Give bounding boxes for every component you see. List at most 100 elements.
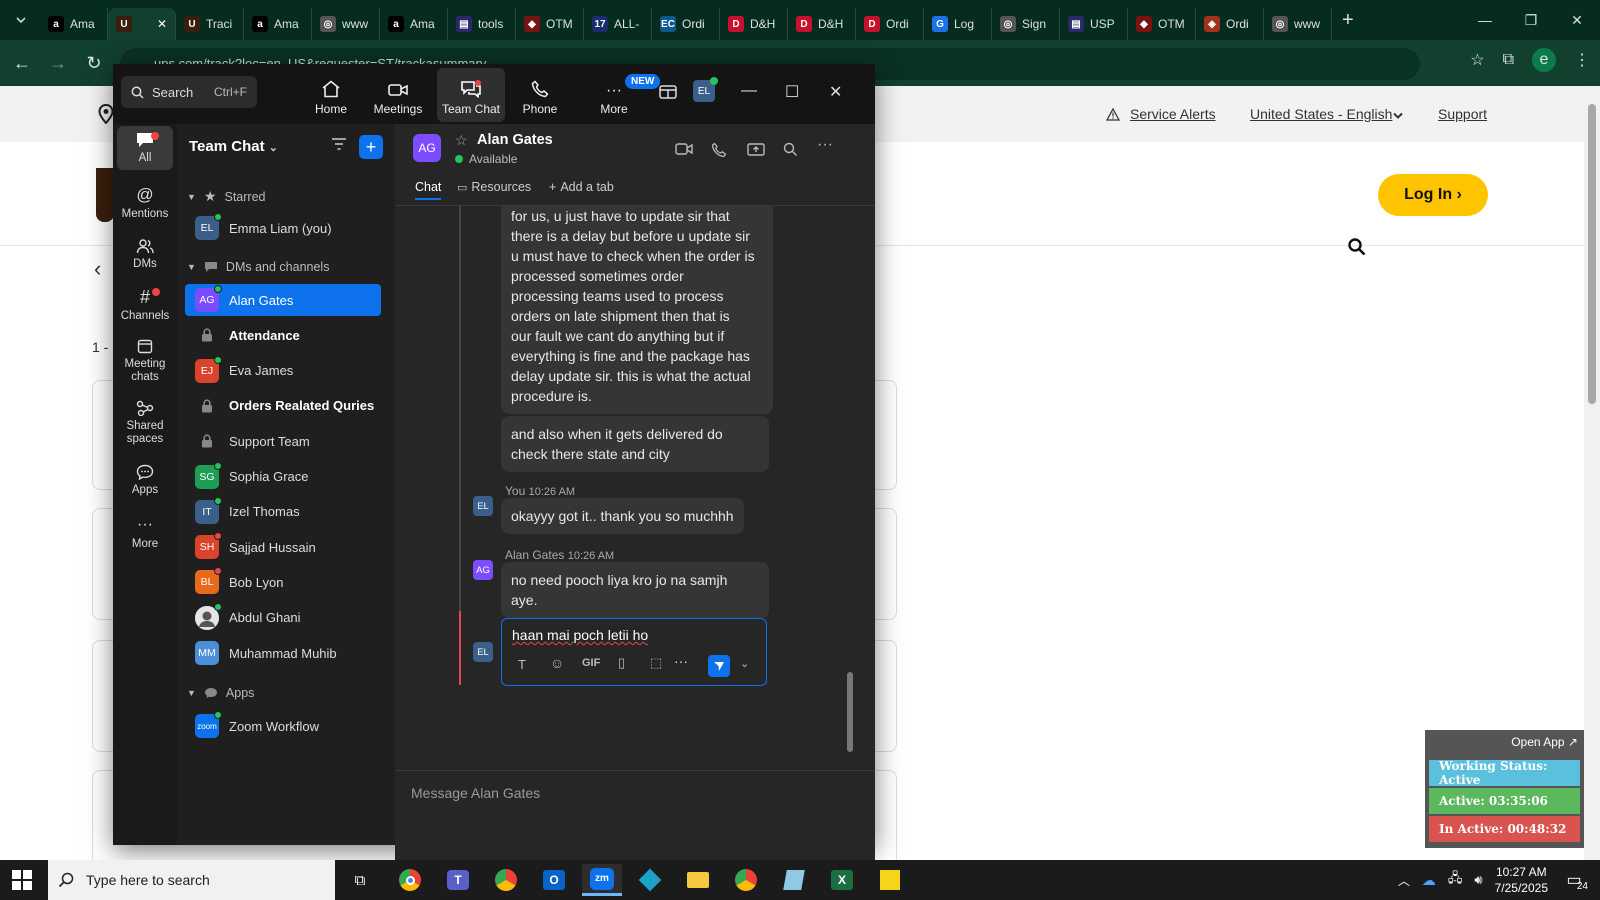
apps-section-header[interactable]: ▼ Apps <box>187 686 254 700</box>
sidebar-item[interactable]: Orders Realated Quries <box>185 390 381 422</box>
new-chat-button[interactable]: + <box>359 135 383 159</box>
browser-tab[interactable]: D D&H <box>720 8 788 40</box>
sidebar-item[interactable]: Support Team <box>185 425 381 457</box>
gif-icon[interactable]: GIF <box>582 657 600 669</box>
message-sender[interactable]: Alan Gates <box>505 548 564 562</box>
excel-icon[interactable]: X <box>822 864 862 896</box>
sidebar-item[interactable]: IT Izel Thomas <box>185 496 381 528</box>
task-view-icon[interactable]: ⧉ <box>340 864 380 896</box>
network-icon[interactable]: 🖧︎ <box>1448 869 1463 891</box>
language-selector[interactable]: United States - English <box>1250 106 1392 122</box>
message-bubble[interactable]: okayyy got it.. thank you so muchhh <box>501 498 744 534</box>
browser-tab[interactable]: EC Ordi <box>652 8 720 40</box>
rail-meeting-chats[interactable]: Meeting chats <box>117 338 173 384</box>
browser-tab[interactable]: ◈ Ordi <box>1196 8 1264 40</box>
thread-reply-box[interactable]: haan mai poch letii ho T ☺ GIF ▯ ⬚ ··· ⌄ <box>501 618 767 686</box>
zoom-search-box[interactable]: Search Ctrl+F <box>121 76 257 108</box>
windows-start-icon[interactable] <box>12 870 32 890</box>
sidebar-item[interactable]: EJ Eva James <box>185 355 381 387</box>
message-sender[interactable]: You <box>505 484 525 498</box>
minimize-button[interactable]: — <box>1462 0 1508 40</box>
chat-scrollbar[interactable] <box>847 262 853 752</box>
browser-tab[interactable]: a Ama <box>380 8 448 40</box>
chrome-icon[interactable] <box>390 864 430 896</box>
close-button[interactable]: ✕ <box>1554 0 1600 40</box>
tab-phone[interactable]: Phone <box>515 68 565 122</box>
sidebar-item[interactable]: SH Sajjad Hussain <box>185 531 381 563</box>
browser-tab[interactable]: a Ama <box>40 8 108 40</box>
outlook-icon[interactable]: O <box>534 864 574 896</box>
rail-mentions[interactable]: @ Mentions <box>117 186 173 221</box>
browser-tab[interactable]: U ✕ <box>108 8 176 40</box>
notepad-icon[interactable] <box>774 864 814 896</box>
chrome-profile-icon[interactable] <box>486 864 526 896</box>
message-bubble[interactable]: no need pooch liya kro jo na samjh aye. <box>501 562 769 618</box>
tab-search-button[interactable] <box>6 5 36 35</box>
teams-icon[interactable]: T <box>438 864 478 896</box>
rail-shared-spaces[interactable]: Shared spaces <box>117 400 173 446</box>
browser-tab[interactable]: U Traci <box>176 8 244 40</box>
search-icon[interactable] <box>783 142 798 157</box>
rail-apps[interactable]: Apps <box>117 464 173 496</box>
profile-avatar[interactable]: e <box>1532 48 1556 72</box>
tab-team-chat[interactable]: Team Chat <box>437 68 505 122</box>
emoji-icon[interactable]: ☺ <box>550 655 564 671</box>
sticky-notes-icon[interactable] <box>870 864 910 896</box>
taskbar-search[interactable]: Type here to search <box>48 860 335 900</box>
more-options-icon[interactable]: ··· <box>674 653 688 669</box>
reply-draft-text[interactable]: haan mai poch letii ho <box>512 627 648 643</box>
tab-resources[interactable]: ▭ Resources <box>457 180 531 194</box>
dms-section-header[interactable]: ▼ DMs and channels <box>187 260 329 274</box>
message-input[interactable]: Message Alan Gates <box>411 785 540 801</box>
browser-menu-icon[interactable]: ⋮ <box>1574 50 1590 70</box>
contact-avatar[interactable]: AG <box>413 134 441 162</box>
browser-tab[interactable]: D Ordi <box>856 8 924 40</box>
open-app-link[interactable]: Open App ↗ <box>1511 735 1578 749</box>
restore-button[interactable]: ❐ <box>1508 0 1554 40</box>
screen-share-icon[interactable] <box>747 142 765 158</box>
sidebar-item[interactable]: AG Alan Gates <box>185 284 381 316</box>
page-scroll-thumb[interactable] <box>1588 104 1596 404</box>
sidebar-item[interactable]: BL Bob Lyon <box>185 566 381 598</box>
chrome-alt-icon[interactable] <box>726 864 766 896</box>
video-call-icon[interactable] <box>675 142 693 156</box>
extensions-icon[interactable]: ⧉ <box>1503 51 1514 69</box>
screenshot-icon[interactable]: ⬚ <box>650 655 662 671</box>
browser-tab[interactable]: ◆ OTM <box>1128 8 1196 40</box>
rail-channels[interactable]: # Channels <box>117 288 173 322</box>
chat-scroll-thumb[interactable] <box>847 672 853 752</box>
taskbar-clock[interactable]: 10:27 AM 7/25/2025 <box>1495 864 1548 896</box>
forward-button[interactable]: → <box>40 45 76 81</box>
contact-name[interactable]: Alan Gates <box>477 132 553 148</box>
search-icon[interactable] <box>1348 238 1366 256</box>
sidebar-title[interactable]: Team Chat ⌄ <box>189 138 278 155</box>
tab-chat[interactable]: Chat <box>415 180 442 200</box>
tab-add[interactable]: + Add a tab <box>549 180 614 194</box>
chevron-down-icon[interactable]: ⌄ <box>740 657 749 670</box>
tab-meetings[interactable]: Meetings <box>369 68 427 122</box>
support-link[interactable]: Support <box>1438 106 1487 122</box>
sender-avatar[interactable]: EL <box>473 496 493 516</box>
browser-tab[interactable]: ▤ USP <box>1060 8 1128 40</box>
user-avatar[interactable]: EL <box>693 77 718 102</box>
sidebar-item[interactable]: EL Emma Liam (you) <box>185 212 381 244</box>
sidebar-item[interactable]: SG Sophia Grace <box>185 461 381 493</box>
rail-all[interactable]: All <box>117 126 173 170</box>
browser-tab[interactable]: ◎ www <box>312 8 380 40</box>
zoom-minimize-button[interactable]: — <box>741 82 757 100</box>
notification-center[interactable]: ▭ 24 <box>1560 868 1588 892</box>
tab-close-icon[interactable]: ✕ <box>157 17 167 31</box>
login-button[interactable]: Log In › <box>1378 174 1488 216</box>
message-bubble[interactable]: and also when it gets delivered do check… <box>501 416 769 472</box>
zoom-close-button[interactable]: ✕ <box>829 82 842 102</box>
new-tab-button[interactable]: + <box>1342 9 1354 32</box>
back-button[interactable]: ← <box>4 45 40 81</box>
browser-tab[interactable]: 17 ALL- <box>584 8 652 40</box>
zoom-taskbar-icon[interactable]: zm <box>582 864 622 896</box>
reload-button[interactable]: ↻ <box>76 45 112 81</box>
browser-tab[interactable]: D D&H <box>788 8 856 40</box>
browser-tab[interactable]: ◎ www <box>1264 8 1332 40</box>
bookmark-star-icon[interactable]: ☆ <box>1470 50 1484 70</box>
tab-home[interactable]: Home <box>305 68 357 122</box>
browser-tab[interactable]: ◆ OTM <box>516 8 584 40</box>
